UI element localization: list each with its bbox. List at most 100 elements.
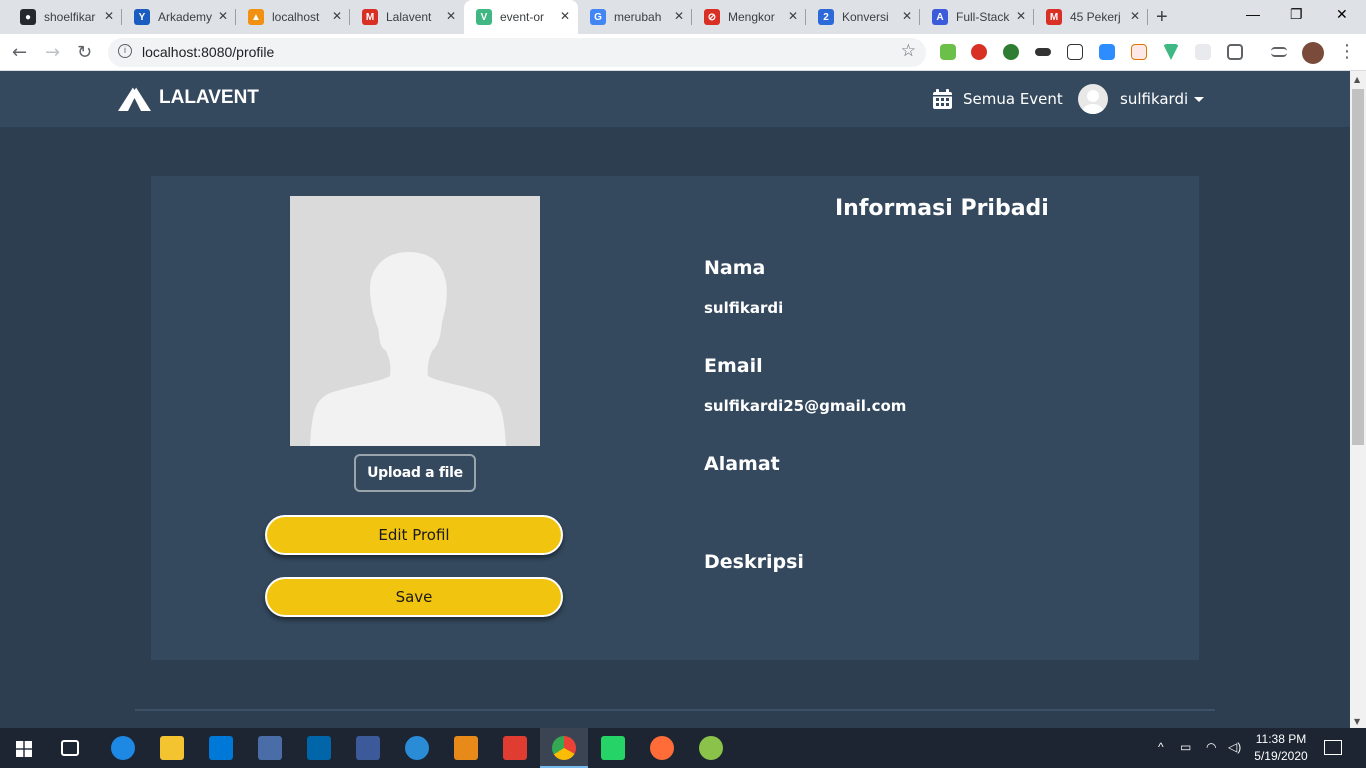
tray-chevron-icon[interactable]: ^ xyxy=(1158,740,1164,754)
screenshot-extension-icon[interactable] xyxy=(1227,44,1243,60)
browser-app-icon[interactable] xyxy=(405,736,429,760)
personal-info-title: Informasi Pribadi xyxy=(835,196,1049,221)
browser-tab[interactable]: ● shoelfikar ✕ xyxy=(8,0,122,34)
yab-extension-icon[interactable] xyxy=(971,44,987,60)
file-explorer-icon[interactable] xyxy=(160,736,184,760)
battery-icon[interactable]: ▭ xyxy=(1180,740,1191,754)
all-events-label: Semua Event xyxy=(963,90,1063,108)
notification-center-icon[interactable] xyxy=(1324,740,1342,755)
blank-extension-icon[interactable] xyxy=(1195,44,1211,60)
user-dropdown[interactable]: sulfikardi xyxy=(1078,84,1205,114)
whatsapp-icon[interactable] xyxy=(601,736,625,760)
tab-favicon-icon: ▲ xyxy=(248,9,264,25)
browser-tab[interactable]: M 45 Pekerj ✕ xyxy=(1034,0,1148,34)
paint-icon[interactable] xyxy=(699,736,723,760)
network-app-icon[interactable] xyxy=(258,736,282,760)
tab-close-icon[interactable]: ✕ xyxy=(1016,9,1026,23)
footer-divider xyxy=(135,709,1215,711)
globe-extension-icon[interactable] xyxy=(1003,44,1019,60)
description-label: Deskripsi xyxy=(704,551,804,573)
all-events-link[interactable]: Semua Event xyxy=(933,89,1063,109)
user-avatar xyxy=(1078,84,1108,114)
page-viewport: LALAVENT Semua Event sulfikardi Upload a… xyxy=(0,71,1350,728)
upload-label: Upload a file xyxy=(367,465,463,481)
vscode-icon[interactable] xyxy=(307,736,331,760)
tab-favicon-icon: ⊘ xyxy=(704,9,720,25)
incognito-extension-icon[interactable] xyxy=(1035,48,1051,56)
sublime-text-icon[interactable] xyxy=(454,736,478,760)
nodejs-extension-icon[interactable] xyxy=(940,44,956,60)
tab-favicon-icon: 2 xyxy=(818,9,834,25)
tab-favicon-icon: G xyxy=(590,9,606,25)
calendar-icon xyxy=(933,89,952,109)
tab-close-icon[interactable]: ✕ xyxy=(332,9,342,23)
tab-close-icon[interactable]: ✕ xyxy=(218,9,228,23)
minimize-button[interactable]: — xyxy=(1246,6,1260,22)
media-control-icon[interactable] xyxy=(1271,47,1287,57)
tab-favicon-icon: Y xyxy=(134,9,150,25)
tab-close-icon[interactable]: ✕ xyxy=(446,9,456,23)
browser-tab[interactable]: 2 Konversi ✕ xyxy=(806,0,920,34)
back-icon[interactable]: ← xyxy=(12,42,27,63)
tab-label: event-or xyxy=(500,10,545,24)
forward-icon[interactable]: → xyxy=(45,42,60,63)
browser-tab[interactable]: A Full-Stack ✕ xyxy=(920,0,1034,34)
postman-icon[interactable] xyxy=(650,736,674,760)
mail-icon[interactable] xyxy=(209,736,233,760)
upload-file-button[interactable]: Upload a file xyxy=(354,454,476,492)
edge-browser-icon[interactable] xyxy=(111,736,135,760)
tab-close-icon[interactable]: ✕ xyxy=(104,9,114,23)
game-app-icon[interactable] xyxy=(503,736,527,760)
profile-avatar[interactable] xyxy=(1302,42,1324,64)
email-label: Email xyxy=(704,355,763,377)
json-extension-icon[interactable] xyxy=(1067,44,1083,60)
tab-separator xyxy=(805,9,806,25)
wifi-icon[interactable]: ◠ xyxy=(1206,740,1216,754)
brand-name: LALAVENT xyxy=(159,87,259,108)
browser-tab[interactable]: Gmerubah ✕ xyxy=(578,0,692,34)
new-tab-button[interactable]: + xyxy=(1156,6,1168,29)
remote-desktop-icon[interactable] xyxy=(356,736,380,760)
zoom-extension-icon[interactable] xyxy=(1099,44,1115,60)
brand-logo[interactable]: LALAVENT xyxy=(118,85,259,111)
scroll-up-icon[interactable]: ▲ xyxy=(1354,75,1360,84)
calendar-extension-icon[interactable] xyxy=(1131,44,1147,60)
tab-close-icon[interactable]: ✕ xyxy=(560,9,570,23)
tab-close-icon[interactable]: ✕ xyxy=(788,9,798,23)
restore-button[interactable]: ❐ xyxy=(1290,6,1303,23)
browser-tab[interactable]: Y Arkademy ✕ xyxy=(122,0,236,34)
bookmark-star-icon[interactable]: ☆ xyxy=(901,41,916,61)
username-label: sulfikardi xyxy=(1120,90,1189,108)
tab-close-icon[interactable]: ✕ xyxy=(1130,9,1140,23)
tab-close-icon[interactable]: ✕ xyxy=(902,9,912,23)
tab-label: 45 Pekerj xyxy=(1070,10,1121,24)
address-bar[interactable]: i localhost:8080/profile ☆ xyxy=(108,38,926,67)
site-info-icon[interactable]: i xyxy=(118,44,132,58)
browser-tab[interactable]: M Lalavent ✕ xyxy=(350,0,464,34)
chrome-icon[interactable] xyxy=(552,736,576,760)
browser-tab[interactable]: ▲ localhost ✕ xyxy=(236,0,350,34)
browser-tab[interactable]: ⊘ Mengkor ✕ xyxy=(692,0,806,34)
windows-taskbar: ^ ▭ ◠ ◁) 11:38 PM 5/19/2020 xyxy=(0,728,1366,768)
close-window-button[interactable]: ✕ xyxy=(1336,6,1348,23)
profile-photo xyxy=(290,196,540,446)
page-scrollbar[interactable]: ▲ ▼ xyxy=(1350,71,1366,728)
tab-close-icon[interactable]: ✕ xyxy=(674,9,684,23)
edit-profile-button[interactable]: Edit Profil xyxy=(265,515,563,555)
menu-icon[interactable]: ⋮ xyxy=(1338,41,1356,62)
windows-start-icon[interactable] xyxy=(16,741,32,757)
task-view-icon[interactable] xyxy=(61,740,79,756)
scrollbar-thumb[interactable] xyxy=(1352,89,1364,445)
vue-devtools-icon[interactable] xyxy=(1163,44,1179,60)
tab-label: merubah xyxy=(614,10,662,24)
tab-separator xyxy=(919,9,920,25)
url-text[interactable]: localhost:8080/profile xyxy=(142,44,274,60)
reload-icon[interactable]: ↻ xyxy=(77,42,92,63)
volume-icon[interactable]: ◁) xyxy=(1228,740,1241,754)
tab-label: localhost xyxy=(272,10,320,24)
tab-favicon-icon: M xyxy=(1046,9,1062,25)
scroll-down-icon[interactable]: ▼ xyxy=(1354,717,1360,726)
browser-tab[interactable]: Vevent-or ✕ xyxy=(464,0,578,34)
system-clock[interactable]: 11:38 PM 5/19/2020 xyxy=(1248,731,1314,765)
save-button[interactable]: Save xyxy=(265,577,563,617)
